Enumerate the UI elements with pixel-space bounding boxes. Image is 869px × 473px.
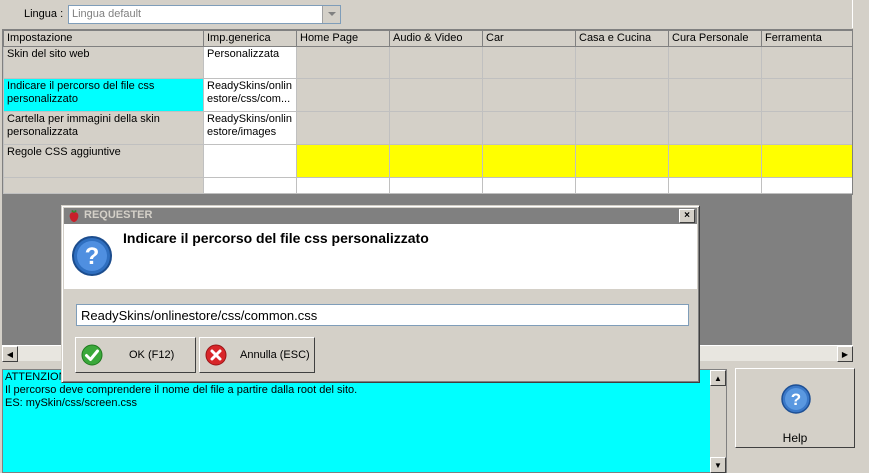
scroll-up-icon[interactable]: ▲ <box>710 370 726 386</box>
table-row[interactable] <box>3 177 852 194</box>
value-cell[interactable] <box>668 177 762 194</box>
value-cell[interactable] <box>761 144 852 178</box>
setting-cell[interactable]: Cartella per immagini della skin persona… <box>3 111 204 145</box>
scroll-down-icon[interactable]: ▼ <box>710 457 726 473</box>
svg-text:?: ? <box>85 243 100 270</box>
lingua-label: Lingua : <box>24 8 64 20</box>
value-cell[interactable] <box>296 46 390 79</box>
close-button[interactable]: × <box>679 209 695 223</box>
scroll-right-icon[interactable]: ▶ <box>837 346 853 362</box>
value-cell[interactable] <box>668 78 762 112</box>
cancel-button[interactable]: Annulla (ESC) <box>199 337 315 373</box>
info-line: ES: mySkin/css/screen.css <box>5 397 138 409</box>
value-cell[interactable] <box>296 177 390 194</box>
value-cell[interactable] <box>389 177 483 194</box>
cancel-button-label: Annulla (ESC) <box>240 349 310 361</box>
column-header[interactable]: Ferramenta <box>761 30 852 47</box>
top-right-scrollbar[interactable] <box>852 0 869 28</box>
dialog-titlebar[interactable]: REQUESTER × <box>64 208 697 224</box>
value-cell[interactable] <box>761 78 852 112</box>
column-header[interactable]: Impostazione <box>3 30 204 47</box>
help-label: Help <box>782 431 808 445</box>
settings-grid: Impostazione Imp.generica Home Page Audi… <box>2 29 853 195</box>
value-cell[interactable] <box>761 177 852 194</box>
value-cell[interactable] <box>389 46 483 79</box>
value-cell[interactable] <box>296 78 390 112</box>
question-icon: ? <box>72 236 112 276</box>
column-header[interactable]: Audio & Video <box>389 30 483 47</box>
value-cell[interactable] <box>575 144 669 178</box>
value-cell[interactable] <box>575 177 669 194</box>
ok-button-label: OK (F12) <box>129 349 175 361</box>
table-row[interactable]: Indicare il percorso del file css person… <box>3 78 852 112</box>
table-row[interactable]: Skin del sito web Personalizzata <box>3 46 852 79</box>
column-header[interactable]: Home Page <box>296 30 390 47</box>
dialog-header: ? Indicare il percorso del file css pers… <box>64 224 697 289</box>
cancel-icon <box>205 344 227 366</box>
value-cell[interactable] <box>668 144 762 178</box>
info-scrollbar[interactable]: ▲ ▼ <box>710 370 726 473</box>
value-cell[interactable] <box>482 46 576 79</box>
strawberry-icon <box>69 210 79 222</box>
setting-cell-selected[interactable]: Indicare il percorso del file css person… <box>3 78 204 112</box>
value-cell[interactable] <box>482 78 576 112</box>
help-icon: ? <box>781 384 811 414</box>
table-row[interactable]: Regole CSS aggiuntive <box>3 144 852 178</box>
column-header[interactable]: Cura Personale <box>668 30 762 47</box>
value-cell[interactable] <box>575 46 669 79</box>
value-cell[interactable] <box>296 144 390 178</box>
vertical-scrollbar[interactable] <box>852 195 869 345</box>
value-cell[interactable] <box>761 111 852 145</box>
table-row[interactable]: Cartella per immagini della skin persona… <box>3 111 852 145</box>
generic-value-cell[interactable]: Personalizzata <box>203 46 297 79</box>
grid-header-row: Impostazione Imp.generica Home Page Audi… <box>3 30 852 47</box>
value-cell[interactable] <box>482 111 576 145</box>
value-cell[interactable] <box>296 111 390 145</box>
setting-cell[interactable]: Regole CSS aggiuntive <box>3 144 204 178</box>
ok-button[interactable]: OK (F12) <box>75 337 196 373</box>
checkmark-icon <box>81 344 103 366</box>
setting-cell[interactable]: Skin del sito web <box>3 46 204 79</box>
scroll-left-icon[interactable]: ◀ <box>2 346 18 362</box>
info-panel: ATTENZIONE Il percorso deve comprendere … <box>2 369 727 473</box>
column-header[interactable]: Car <box>482 30 576 47</box>
setting-cell[interactable] <box>3 177 204 194</box>
value-cell[interactable] <box>482 177 576 194</box>
generic-value-cell[interactable] <box>203 177 297 194</box>
lingua-select-value: Lingua default <box>72 8 142 20</box>
chevron-down-icon[interactable] <box>322 6 340 23</box>
value-cell[interactable] <box>389 111 483 145</box>
value-cell[interactable] <box>668 46 762 79</box>
generic-value-cell[interactable]: ReadySkins/onlinestore/images <box>203 111 297 145</box>
value-cell[interactable] <box>389 144 483 178</box>
generic-value-cell[interactable] <box>203 144 297 178</box>
generic-value-cell[interactable]: ReadySkins/onlinestore/css/com... <box>203 78 297 112</box>
value-cell[interactable] <box>389 78 483 112</box>
info-line: Il percorso deve comprendere il nome del… <box>5 384 358 396</box>
value-cell[interactable] <box>575 111 669 145</box>
value-cell[interactable] <box>761 46 852 79</box>
requester-dialog: REQUESTER × ? Indicare il percorso del f… <box>61 205 700 383</box>
value-cell[interactable] <box>668 111 762 145</box>
svg-text:?: ? <box>791 390 801 409</box>
column-header[interactable]: Imp.generica <box>203 30 297 47</box>
css-path-input[interactable] <box>76 304 689 326</box>
lingua-select[interactable]: Lingua default <box>68 5 341 24</box>
value-cell[interactable] <box>482 144 576 178</box>
help-button[interactable]: ? Help <box>735 368 855 448</box>
value-cell[interactable] <box>575 78 669 112</box>
column-header[interactable]: Casa e Cucina <box>575 30 669 47</box>
dialog-title: REQUESTER <box>84 209 153 221</box>
dialog-message: Indicare il percorso del file css person… <box>123 230 429 246</box>
